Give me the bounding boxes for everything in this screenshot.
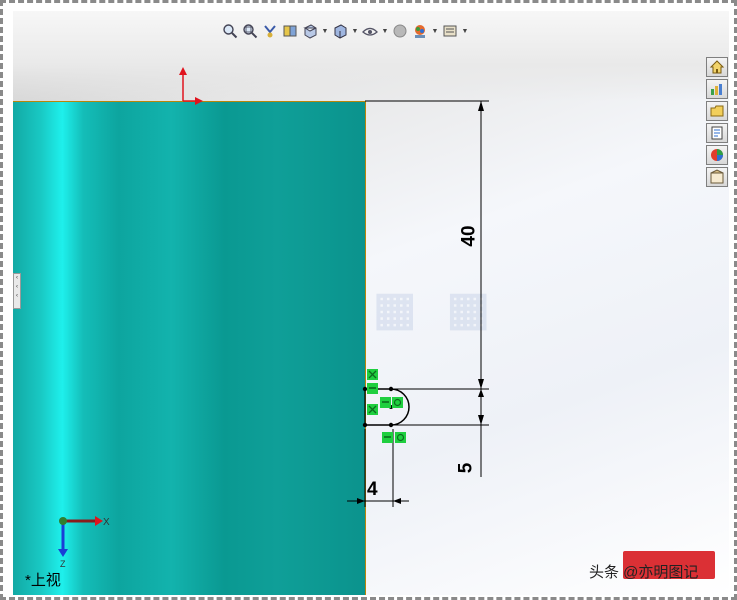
previous-view-icon[interactable] <box>261 22 279 40</box>
zoom-to-fit-icon[interactable] <box>221 22 239 40</box>
custom-properties-icon[interactable] <box>706 167 728 187</box>
zoom-area-icon[interactable] <box>241 22 259 40</box>
resources-icon[interactable] <box>706 79 728 99</box>
section-view-icon[interactable] <box>281 22 299 40</box>
view-orientation-icon[interactable] <box>301 22 319 40</box>
hide-show-dropdown-icon[interactable]: ▼ <box>381 22 389 40</box>
display-style-icon[interactable] <box>331 22 349 40</box>
watermark-text: 头条 @亦明图记 <box>589 564 699 581</box>
view-orientation-dropdown-icon[interactable]: ▼ <box>321 22 329 40</box>
hide-show-items-icon[interactable] <box>361 22 379 40</box>
edit-appearance-icon[interactable] <box>391 22 409 40</box>
feature-manager-toggle[interactable]: ‹ ‹ ‹ <box>13 273 21 309</box>
graphics-area[interactable]: ▦▦ X Z 40 5 4 ‹ ‹ ‹ ▼ ▼ ▼ ▼ ▼ *上视 头条 @亦明… <box>13 11 729 595</box>
display-style-dropdown-icon[interactable]: ▼ <box>351 22 359 40</box>
view-triad <box>58 516 103 557</box>
view-settings-icon[interactable] <box>441 22 459 40</box>
triad-x-label: X <box>103 517 110 528</box>
sketch-origin <box>179 67 203 105</box>
appearances-icon[interactable] <box>706 145 728 165</box>
task-pane-tabs <box>706 57 729 187</box>
dimension-5-label[interactable]: 5 <box>455 463 477 474</box>
heads-up-view-toolbar: ▼ ▼ ▼ ▼ ▼ <box>221 19 469 43</box>
triad-z-label: Z <box>60 559 66 569</box>
apply-scene-dropdown-icon[interactable]: ▼ <box>431 22 439 40</box>
apply-scene-icon[interactable] <box>411 22 429 40</box>
design-library-icon[interactable] <box>706 101 728 121</box>
view-settings-dropdown-icon[interactable]: ▼ <box>461 22 469 40</box>
sketch-relations[interactable] <box>367 369 406 443</box>
dimension-40-label[interactable]: 40 <box>459 225 481 246</box>
view-orientation-label: *上视 <box>25 572 61 589</box>
home-icon[interactable] <box>706 57 728 77</box>
app-frame: ▦▦ X Z 40 5 4 ‹ ‹ ‹ ▼ ▼ ▼ ▼ ▼ *上视 头条 @亦明… <box>0 0 737 600</box>
file-explorer-icon[interactable] <box>706 123 728 143</box>
dimension-4-label[interactable]: 4 <box>367 479 378 501</box>
sketch-canvas[interactable]: X Z <box>13 11 729 595</box>
watermark: 头条 @亦明图记 <box>565 547 721 587</box>
